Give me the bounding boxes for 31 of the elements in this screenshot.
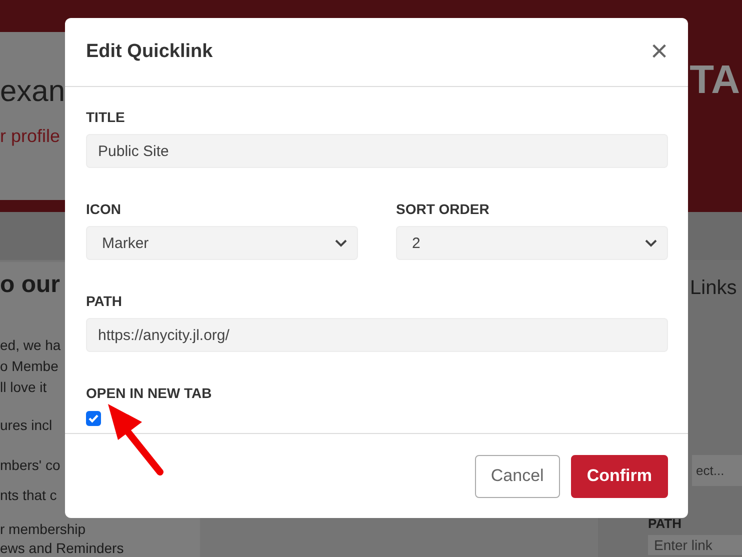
path-label: PATH [648, 516, 682, 531]
intro-text: ed, we ha [0, 336, 61, 354]
dialog-title: Edit Quicklink [86, 41, 213, 63]
banner-title: TA [690, 58, 740, 103]
dropdown[interactable]: 2 [396, 226, 668, 260]
feature-item: nts that c [0, 486, 57, 504]
chevron-down-icon [335, 239, 347, 247]
links-heading: Links [690, 276, 737, 300]
checkbox[interactable] [86, 411, 101, 426]
intro-text: ll love it [0, 378, 47, 396]
field-label: TITLE [86, 109, 126, 125]
dropdown[interactable]: Marker [86, 226, 358, 260]
chevron-down-icon [645, 239, 657, 247]
field-label: SORT ORDER [396, 201, 490, 217]
text-field[interactable]: https://anycity.jl.org/ [86, 318, 668, 352]
confirm-button[interactable]: Confirm [570, 454, 668, 498]
feature-item: r membership [0, 520, 86, 538]
intro-text: o Membe [0, 357, 58, 375]
field-label: PATH [86, 293, 124, 309]
cancel-button[interactable]: Cancel [474, 454, 560, 498]
select-field[interactable]: ect... [692, 455, 742, 486]
welcome-heading: o our [0, 270, 60, 300]
text-field[interactable]: Public Site [86, 134, 668, 168]
features-intro: ures incl [0, 416, 52, 434]
close-button[interactable]: × [650, 37, 668, 67]
feature-item: ews and Reminders [0, 539, 124, 557]
field-label: ICON [86, 201, 122, 217]
profile-name: exan [0, 74, 66, 110]
path-field[interactable]: Enter link [648, 535, 742, 555]
feature-item: mbers' co [0, 456, 60, 474]
field-label: OPEN IN NEW TAB [86, 385, 213, 401]
